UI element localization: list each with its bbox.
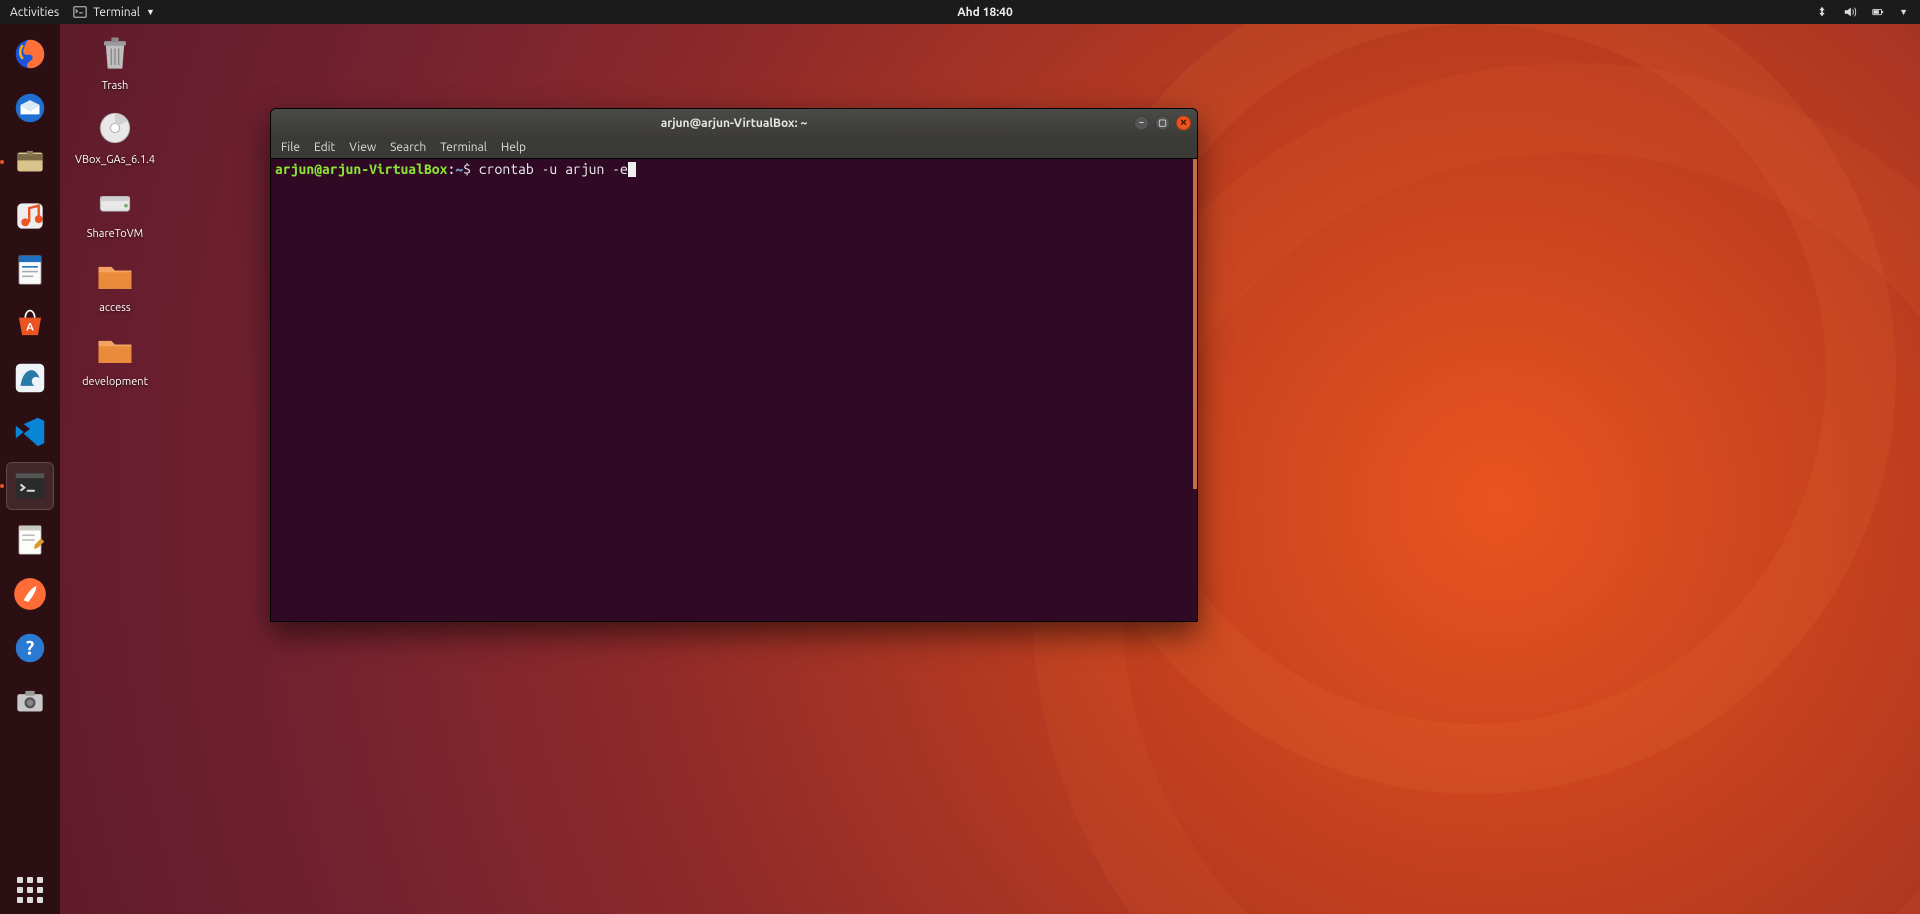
dock-ubuntu-software[interactable]: A <box>6 300 54 348</box>
folder-icon <box>91 326 139 374</box>
dock-rhythmbox[interactable] <box>6 192 54 240</box>
prompt-user: arjun@arjun-VirtualBox <box>275 161 447 177</box>
menu-file[interactable]: File <box>281 141 300 154</box>
app-menu-button[interactable]: Terminal ▼ <box>73 5 155 19</box>
desktop-icon-label: ShareToVM <box>87 228 144 240</box>
top-bar: Activities Terminal ▼ Ahd 18:40 ▼ <box>0 0 1920 24</box>
desktop-icon-label: VBox_GAs_6.1.4 <box>75 154 155 166</box>
dock-thunderbird[interactable] <box>6 84 54 132</box>
dock-libreoffice-writer[interactable] <box>6 246 54 294</box>
desktop-icon-sharetovm[interactable]: ShareToVM <box>70 178 160 240</box>
window-maximize-button[interactable]: ▢ <box>1155 116 1170 131</box>
terminal-body[interactable]: arjun@arjun-VirtualBox:~$ crontab -u arj… <box>271 159 1193 621</box>
cursor <box>628 162 636 177</box>
system-menu-chevron-icon[interactable]: ▼ <box>1899 7 1908 17</box>
command-text: crontab -u arjun -e <box>479 161 628 177</box>
menu-help[interactable]: Help <box>501 141 526 154</box>
app-menu-label: Terminal <box>93 6 140 19</box>
desktop-icons: Trash VBox_GAs_6.1.4 ShareToVM access de… <box>70 30 160 388</box>
window-title: arjun@arjun-VirtualBox: ~ <box>661 117 808 130</box>
menu-search[interactable]: Search <box>390 141 426 154</box>
prompt-char: $ <box>463 161 471 177</box>
menu-view[interactable]: View <box>349 141 376 154</box>
terminal-window: arjun@arjun-VirtualBox: ~ – ▢ ✕ File Edi… <box>270 108 1198 622</box>
window-minimize-button[interactable]: – <box>1134 116 1149 131</box>
dock-firefox[interactable] <box>6 30 54 78</box>
chevron-down-icon: ▼ <box>146 7 155 17</box>
dock-terminal[interactable] <box>6 462 54 510</box>
menubar: File Edit View Search Terminal Help <box>271 137 1197 159</box>
terminal-icon <box>73 5 87 19</box>
menu-edit[interactable]: Edit <box>314 141 335 154</box>
desktop-icon-label: access <box>99 302 130 314</box>
dock-text-editor[interactable] <box>6 516 54 564</box>
activities-button[interactable]: Activities <box>10 6 59 19</box>
desktop-icon-trash[interactable]: Trash <box>70 30 160 92</box>
terminal-scrollbar[interactable] <box>1193 159 1197 489</box>
dock: A ? <box>0 24 60 914</box>
network-icon[interactable] <box>1815 5 1829 19</box>
clock[interactable]: Ahd 18:40 <box>155 6 1815 19</box>
desktop-icon-vbox-ga[interactable]: VBox_GAs_6.1.4 <box>70 104 160 166</box>
dock-show-apps[interactable] <box>6 866 54 914</box>
desktop-icon-label: development <box>82 376 148 388</box>
titlebar[interactable]: arjun@arjun-VirtualBox: ~ – ▢ ✕ <box>271 109 1197 137</box>
svg-text:A: A <box>26 321 34 333</box>
dock-vscode[interactable] <box>6 408 54 456</box>
desktop-icon-access[interactable]: access <box>70 252 160 314</box>
dock-mysql-workbench[interactable] <box>6 354 54 402</box>
folder-icon <box>91 252 139 300</box>
drive-icon <box>91 178 139 226</box>
svg-text:?: ? <box>26 636 34 658</box>
dock-screenshot[interactable] <box>6 678 54 726</box>
volume-icon[interactable] <box>1843 5 1857 19</box>
desktop-icon-development[interactable]: development <box>70 326 160 388</box>
window-close-button[interactable]: ✕ <box>1176 116 1191 131</box>
menu-terminal[interactable]: Terminal <box>440 141 487 154</box>
dock-help[interactable]: ? <box>6 624 54 672</box>
apps-grid-icon <box>17 877 43 903</box>
disc-icon <box>91 104 139 152</box>
trash-icon <box>91 30 139 78</box>
dock-files[interactable] <box>6 138 54 186</box>
dock-postman[interactable] <box>6 570 54 618</box>
desktop-icon-label: Trash <box>102 80 129 92</box>
prompt-path: ~ <box>455 161 463 177</box>
battery-icon[interactable] <box>1871 5 1885 19</box>
